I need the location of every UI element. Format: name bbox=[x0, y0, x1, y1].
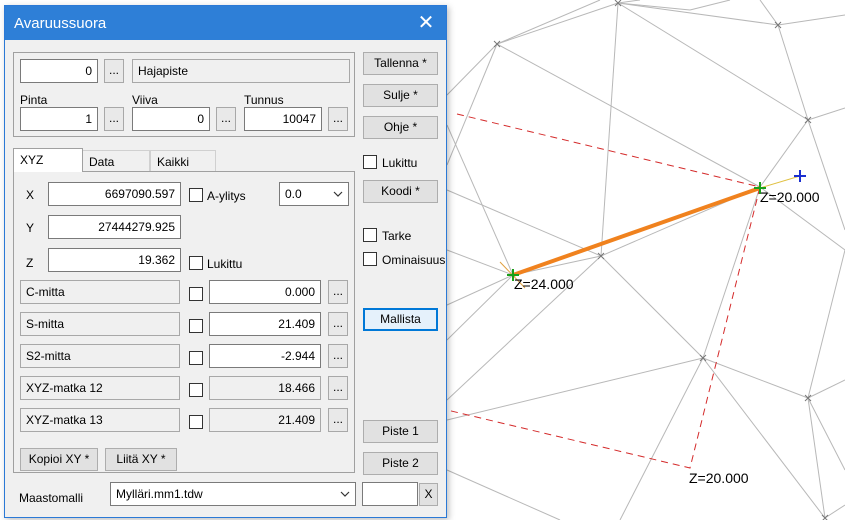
viiva-label: Viiva bbox=[132, 93, 158, 107]
lukittu-label: Lukittu bbox=[382, 156, 418, 170]
lukittu-checkbox[interactable] bbox=[363, 155, 377, 169]
xyz-matka-12-browse-button[interactable]: ... bbox=[328, 376, 348, 400]
s-mitta-input[interactable]: 21.409 bbox=[209, 312, 321, 336]
z-lukittu-checkbox[interactable] bbox=[189, 256, 203, 270]
piste-1-button[interactable]: Piste 1 bbox=[363, 420, 438, 443]
aylitys-checkbox[interactable] bbox=[189, 188, 203, 202]
area-dashed-outline bbox=[446, 113, 761, 469]
point-code-input[interactable]: 0 bbox=[20, 59, 98, 83]
point-code-group: 0 ... Hajapiste Pinta 1 ... Viiva 0 ... … bbox=[13, 52, 355, 137]
point-code-browse-button[interactable]: ... bbox=[104, 59, 124, 83]
aylitys-select-value: 0.0 bbox=[285, 187, 302, 201]
z-input[interactable]: 19.362 bbox=[48, 248, 181, 272]
z-label: Z bbox=[26, 256, 34, 270]
triangulation-mesh bbox=[446, 0, 845, 520]
xyz-tab-panel: X 6697090.597 A-ylitys 0.0 Y 27444279.92… bbox=[13, 171, 355, 473]
tunnus-label: Tunnus bbox=[244, 93, 284, 107]
xyz-matka-13-browse-button[interactable]: ... bbox=[328, 408, 348, 432]
z-label-corner: Z=20.000 bbox=[689, 470, 749, 486]
s2-mitta-browse-button[interactable]: ... bbox=[328, 344, 348, 368]
s2-mitta-input[interactable]: -2.944 bbox=[209, 344, 321, 368]
c-mitta-browse-button[interactable]: ... bbox=[328, 280, 348, 304]
xyz-matka-12-label: XYZ-matka 12 bbox=[20, 376, 180, 400]
tallenna-button[interactable]: Tallenna * bbox=[363, 52, 438, 75]
xyz-matka-12-field: 18.466 bbox=[209, 376, 321, 400]
s-mitta-label: S-mitta bbox=[20, 312, 180, 336]
y-input[interactable]: 27444279.925 bbox=[48, 215, 181, 239]
aylitys-label: A-ylitys bbox=[207, 189, 246, 203]
c-mitta-input[interactable]: 0.000 bbox=[209, 280, 321, 304]
ohje-button[interactable]: Ohje * bbox=[363, 116, 438, 139]
pinta-label: Pinta bbox=[20, 93, 48, 107]
dialog-titlebar[interactable]: Avaruussuora ✕ bbox=[5, 6, 446, 40]
liita-xy-button[interactable]: Liitä XY * bbox=[105, 448, 177, 471]
c-mitta-label: C-mitta bbox=[20, 280, 180, 304]
viiva-input[interactable]: 0 bbox=[132, 107, 210, 131]
sulje-button[interactable]: Sulje * bbox=[363, 84, 438, 107]
avaruussuora-dialog: Avaruussuora ✕ 0 ... Hajapiste Pinta 1 .… bbox=[4, 5, 447, 518]
maastomalli-extra-input[interactable] bbox=[362, 482, 418, 506]
y-label: Y bbox=[26, 221, 35, 235]
clear-x-button[interactable]: X bbox=[419, 483, 438, 506]
point-type-field: Hajapiste bbox=[132, 59, 350, 83]
tunnus-input[interactable]: 10047 bbox=[244, 107, 322, 131]
ominaisuus-label: Ominaisuus bbox=[382, 253, 446, 267]
s-mitta-browse-button[interactable]: ... bbox=[328, 312, 348, 336]
close-icon[interactable]: ✕ bbox=[414, 11, 438, 35]
mesh-vertices bbox=[493, 0, 829, 520]
mallista-button[interactable]: Mallista bbox=[363, 308, 438, 331]
z-lukittu-label: Lukittu bbox=[207, 257, 243, 271]
s-mitta-checkbox[interactable] bbox=[189, 319, 203, 333]
cursor-point-marker bbox=[794, 170, 806, 182]
tab-kaikki[interactable]: Kaikki bbox=[150, 150, 216, 172]
tab-data[interactable]: Data bbox=[82, 150, 150, 172]
maastomalli-label: Maastomalli bbox=[19, 491, 84, 505]
ominaisuus-checkbox[interactable] bbox=[363, 252, 377, 266]
xyz-matka-13-label: XYZ-matka 13 bbox=[20, 408, 180, 432]
maastomalli-select-value: Mylläri.mm1.tdw bbox=[116, 487, 203, 501]
koodi-button[interactable]: Koodi * bbox=[363, 180, 438, 203]
tarke-label: Tarke bbox=[382, 229, 412, 243]
xyz-matka-12-checkbox[interactable] bbox=[189, 383, 203, 397]
c-mitta-checkbox[interactable] bbox=[189, 287, 203, 301]
tunnus-browse-button[interactable]: ... bbox=[328, 107, 348, 131]
xyz-matka-13-field: 21.409 bbox=[209, 408, 321, 432]
tab-xyz[interactable]: XYZ bbox=[13, 148, 83, 172]
chevron-down-icon bbox=[340, 491, 350, 497]
z-label-point-1: Z=24.000 bbox=[514, 276, 574, 292]
maastomalli-select[interactable]: Mylläri.mm1.tdw bbox=[110, 482, 356, 506]
z-label-point-2: Z=20.000 bbox=[760, 189, 820, 205]
aylitys-select[interactable]: 0.0 bbox=[279, 182, 349, 206]
viiva-browse-button[interactable]: ... bbox=[216, 107, 236, 131]
s2-mitta-checkbox[interactable] bbox=[189, 351, 203, 365]
pinta-browse-button[interactable]: ... bbox=[104, 107, 124, 131]
tarke-checkbox[interactable] bbox=[363, 228, 377, 242]
x-input[interactable]: 6697090.597 bbox=[48, 182, 181, 206]
kopioi-xy-button[interactable]: Kopioi XY * bbox=[20, 448, 98, 471]
dialog-title: Avaruussuora bbox=[14, 15, 107, 32]
x-label: X bbox=[26, 188, 35, 202]
xyz-matka-13-checkbox[interactable] bbox=[189, 415, 203, 429]
pinta-input[interactable]: 1 bbox=[20, 107, 98, 131]
piste-2-button[interactable]: Piste 2 bbox=[363, 452, 438, 475]
chevron-down-icon bbox=[333, 191, 343, 197]
space-line bbox=[512, 186, 761, 277]
s2-mitta-label: S2-mitta bbox=[20, 344, 180, 368]
